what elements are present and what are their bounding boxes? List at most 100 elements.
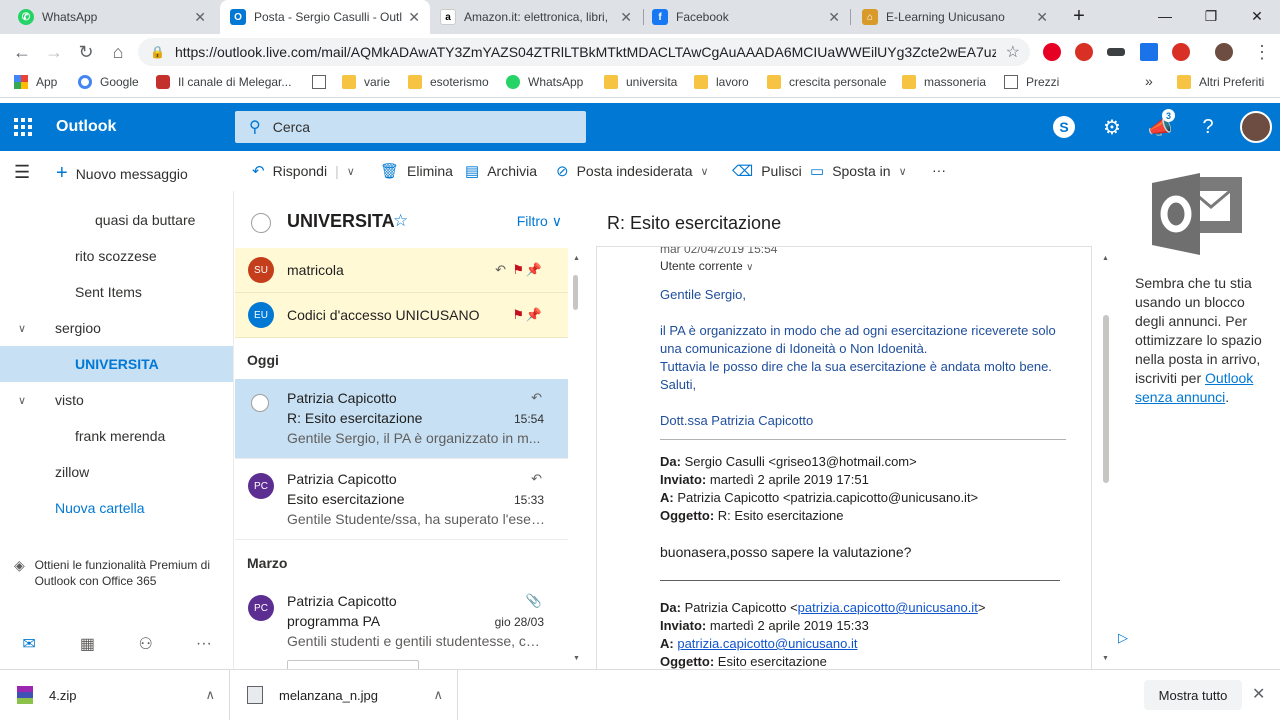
close-icon[interactable]: ✕ <box>194 9 206 26</box>
message-item[interactable]: Patrizia Capicotto ↶ R: Esito esercitazi… <box>235 379 568 459</box>
extension-icon[interactable] <box>1075 43 1093 61</box>
bookmark-folder-massoneria[interactable]: massoneria <box>902 75 986 89</box>
back-arrow-icon[interactable]: ← <box>10 40 34 64</box>
scroll-thumb[interactable] <box>1103 315 1109 483</box>
junk-button[interactable]: ⊘ Posta indesiderata ∨ <box>556 162 709 180</box>
tab-elearning[interactable]: ⌂ E-Learning Unicusano ✕ <box>852 0 1058 34</box>
move-to-button[interactable]: ▭ Sposta in ∨ <box>810 162 907 180</box>
close-icon[interactable]: ✕ <box>828 9 840 26</box>
message-item[interactable]: PC Patrizia Capicotto 📎 programma PA gio… <box>235 582 568 669</box>
folder-frank-merenda[interactable]: frank merenda <box>0 418 233 454</box>
download-item[interactable]: 4.zip ∧ <box>0 670 230 720</box>
more-actions-button[interactable]: ··· <box>932 162 946 178</box>
maximize-button[interactable]: ❐ <box>1188 0 1234 32</box>
email-link[interactable]: patrizia.capicotto@unicusano.it <box>798 600 978 615</box>
outlook-brand[interactable]: Outlook <box>56 118 116 136</box>
pin-icon[interactable]: 📌 <box>526 262 542 278</box>
bookmark-folder-universita[interactable]: universita <box>604 75 677 89</box>
skype-icon[interactable]: S <box>1052 115 1076 139</box>
glasses-icon[interactable] <box>1107 48 1125 56</box>
user-avatar[interactable] <box>1240 111 1272 143</box>
block-icon[interactable] <box>1172 43 1190 61</box>
select-all-checkbox[interactable] <box>251 213 271 233</box>
bookmark-youtube[interactable]: Il canale di Melegar... <box>156 75 291 89</box>
bookmark-extension-icon[interactable] <box>1140 43 1158 61</box>
mail-icon[interactable]: ✉ <box>0 634 58 654</box>
chevron-up-icon[interactable]: ∧ <box>205 687 215 703</box>
bookmark-google[interactable]: Google <box>78 75 139 89</box>
folder-sent-items[interactable]: Sent Items <box>0 274 233 310</box>
favorite-star-icon[interactable]: ☆ <box>393 211 408 231</box>
bookmark-folder-lavoro[interactable]: lavoro <box>694 75 749 89</box>
reload-icon[interactable]: ↻ <box>74 40 98 64</box>
bookmark-page[interactable] <box>312 75 334 89</box>
minimize-button[interactable]: — <box>1142 0 1188 32</box>
folder-sergioo[interactable]: ∨ sergioo <box>0 310 233 346</box>
folder-universita[interactable]: UNIVERSITA <box>0 346 233 382</box>
url-field[interactable]: 🔒 https://outlook.live.com/mail/AQMkADAw… <box>138 38 1030 66</box>
premium-upsell[interactable]: ◈ Ottieni le funzionalità Premium di Out… <box>14 557 224 589</box>
close-icon[interactable]: ✕ <box>620 9 632 26</box>
list-scrollbar[interactable]: ▲ ▼ <box>573 255 580 665</box>
pinned-message[interactable]: SU matricola ↶ ⚑ 📌 <box>235 248 568 293</box>
bookmark-prezzi[interactable]: Prezzi <box>1004 75 1059 89</box>
tab-outlook[interactable]: O Posta - Sergio Casulli - Outl ✕ <box>220 0 430 34</box>
folder-rito-scozzese[interactable]: rito scozzese <box>0 238 233 274</box>
close-icon[interactable]: ✕ <box>1036 9 1048 26</box>
chevron-down-icon[interactable]: ∨ <box>18 394 26 407</box>
flag-icon[interactable]: ⚑ <box>512 307 524 323</box>
message-item[interactable]: PC Patrizia Capicotto ↶ Esito esercitazi… <box>235 460 568 540</box>
pinned-message[interactable]: EU Codici d'accesso UNICUSANO ⚑ 📌 <box>235 293 568 338</box>
flag-icon[interactable]: ⚑ <box>512 262 524 278</box>
email-recipient[interactable]: Utente corrente ∨ <box>660 257 753 277</box>
tab-whatsapp[interactable]: ✆ WhatsApp ✕ <box>8 0 216 34</box>
bookmark-folder-other[interactable]: Altri Preferiti <box>1177 75 1264 89</box>
adchoices-icon[interactable]: ▷ <box>1118 630 1128 646</box>
chevron-down-icon[interactable]: ∨ <box>18 322 26 335</box>
scroll-thumb[interactable] <box>573 275 578 310</box>
sweep-button[interactable]: ⌫ Pulisci <box>732 162 802 180</box>
pinterest-icon[interactable] <box>1043 43 1061 61</box>
bookmark-folder-esoterismo[interactable]: esoterismo <box>408 75 489 89</box>
home-icon[interactable]: ⌂ <box>106 40 130 64</box>
pin-icon[interactable]: 📌 <box>526 307 542 323</box>
show-all-button[interactable]: Mostra tutto <box>1144 680 1242 710</box>
settings-gear-icon[interactable]: ⚙ <box>1100 115 1124 139</box>
bookmark-folder-crescita[interactable]: crescita personale <box>767 75 886 89</box>
bookmark-apps[interactable]: App <box>14 75 57 89</box>
forward-arrow-icon[interactable]: → <box>42 40 66 64</box>
app-launcher-icon[interactable] <box>14 118 32 136</box>
attachment-card[interactable] <box>287 660 419 669</box>
bookmarks-overflow[interactable]: » <box>1145 73 1153 89</box>
hamburger-menu-icon[interactable]: ☰ <box>14 162 30 183</box>
profile-avatar[interactable] <box>1215 43 1233 61</box>
email-link[interactable]: patrizia.capicotto@unicusano.it <box>677 636 857 651</box>
reading-scrollbar[interactable]: ▲ ▼ <box>1100 255 1112 665</box>
filter-button[interactable]: Filtro ∨ <box>517 213 562 230</box>
people-icon[interactable]: ⚇ <box>117 634 175 654</box>
calendar-icon[interactable]: ▦ <box>58 634 116 654</box>
megaphone-icon[interactable]: 📣 3 <box>1148 109 1175 139</box>
folder-visto[interactable]: ∨ visto <box>0 382 233 418</box>
close-window-button[interactable]: ✕ <box>1234 0 1280 32</box>
new-tab-button[interactable]: + <box>1062 0 1096 32</box>
tab-facebook[interactable]: f Facebook ✕ <box>642 0 850 34</box>
archive-button[interactable]: ▤ Archivia <box>465 162 537 180</box>
folder-zillow[interactable]: zillow <box>0 454 233 490</box>
download-item[interactable]: melanzana_n.jpg ∧ <box>230 670 458 720</box>
bookmark-folder-varie[interactable]: varie <box>342 75 390 89</box>
bookmark-star-icon[interactable]: ☆ <box>1006 42 1020 62</box>
delete-button[interactable]: 🗑 Elimina <box>380 162 453 180</box>
select-checkbox[interactable] <box>251 394 269 412</box>
close-icon[interactable]: ✕ <box>408 9 420 26</box>
chevron-up-icon[interactable]: ∧ <box>433 687 443 703</box>
new-folder-link[interactable]: Nuova cartella <box>0 490 233 526</box>
search-box[interactable]: ⚲ Cerca <box>235 111 586 143</box>
help-icon[interactable]: ? <box>1196 115 1220 139</box>
kebab-menu-icon[interactable]: ⋮ <box>1250 40 1274 64</box>
folder-quasi-da-buttare[interactable]: quasi da buttare <box>0 202 233 238</box>
close-icon[interactable]: ✕ <box>1252 684 1265 704</box>
new-message-button[interactable]: + Nuovo messaggio <box>56 162 188 185</box>
chevron-down-icon[interactable]: ∨ <box>347 165 355 178</box>
reply-button[interactable]: ↶ Rispondi | ∨ <box>252 162 355 180</box>
